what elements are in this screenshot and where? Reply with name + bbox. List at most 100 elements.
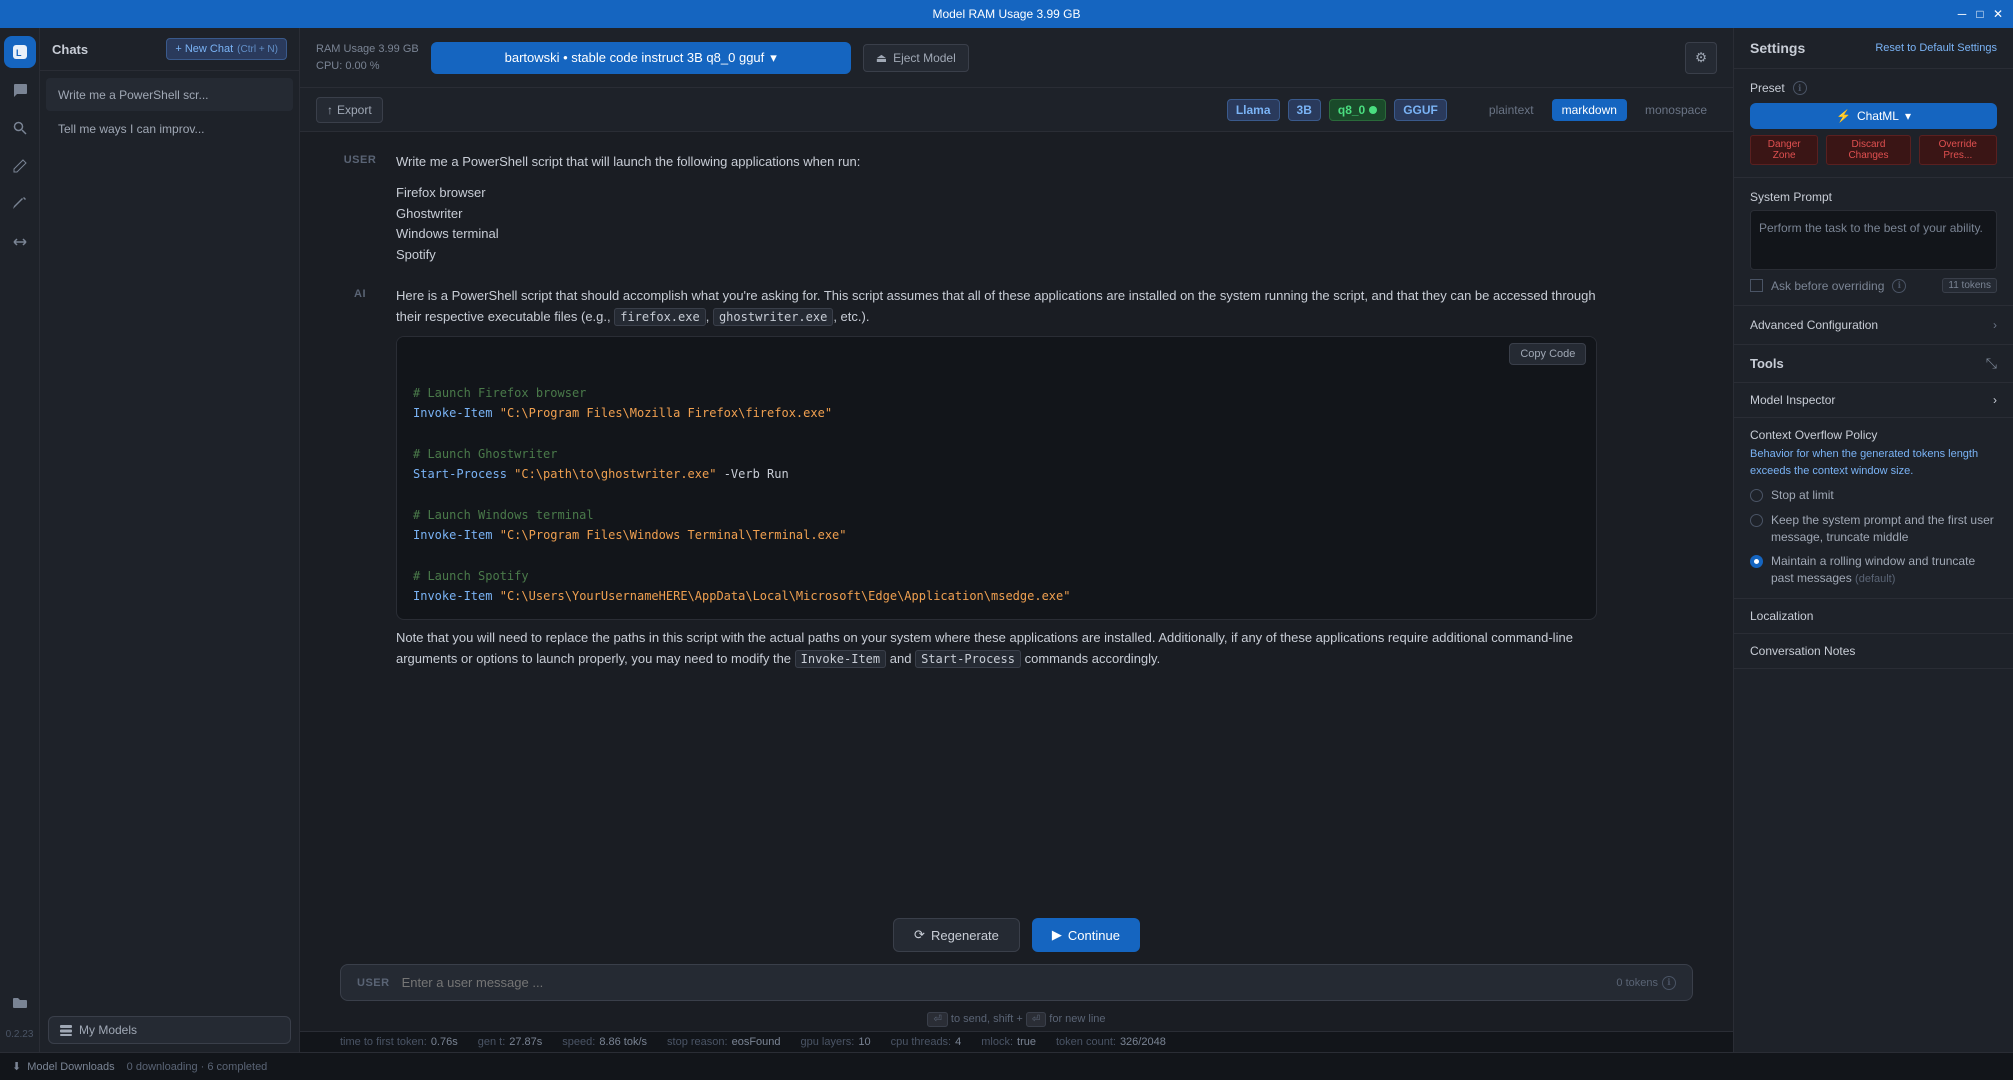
msg-edit-icon[interactable]: ✏ — [1634, 152, 1651, 266]
format-plaintext-button[interactable]: plaintext — [1479, 99, 1544, 121]
nav-edit-icon[interactable] — [4, 150, 36, 182]
msg-copy-icon[interactable]: ⊡ — [1613, 152, 1630, 266]
model-selector-button[interactable]: bartowski • stable code instruct 3B q8_0… — [431, 42, 851, 74]
new-chat-button[interactable]: + New Chat (Ctrl + N) — [166, 38, 287, 60]
input-row: USER 0 tokens ℹ — [340, 964, 1693, 1001]
continue-icon: ▶ — [1052, 927, 1062, 943]
inline-code-ghostwriter: ghostwriter.exe — [713, 308, 833, 326]
stat-cpu: cpu threads: 4 — [891, 1036, 962, 1048]
conversation-notes-title[interactable]: Conversation Notes — [1750, 644, 1997, 658]
ask-info-icon[interactable]: ℹ — [1892, 279, 1906, 293]
chat-item-text: Write me a PowerShell scr... — [58, 88, 237, 102]
chat-reload-icon[interactable]: ↺ — [237, 120, 250, 137]
settings-button[interactable]: ⚙ — [1685, 42, 1717, 74]
bottom-status: 0 downloading · 6 completed — [127, 1061, 268, 1073]
nav-folder-icon[interactable] — [4, 987, 36, 1019]
advanced-chevron-icon: › — [1993, 318, 1997, 332]
token-badge: 11 tokens — [1942, 278, 1997, 293]
ai-message-row: AI Here is a PowerShell script that shou… — [340, 286, 1693, 669]
system-prompt-section: System Prompt Perform the task to the be… — [1734, 178, 2013, 306]
export-button[interactable]: ↑ Export — [316, 97, 383, 123]
localization-title[interactable]: Localization — [1750, 609, 1997, 623]
download-icon: ⬇ — [12, 1060, 21, 1073]
my-models-button[interactable]: My Models — [48, 1016, 291, 1044]
localization-section: Localization — [1734, 599, 2013, 634]
chat-edit-icon[interactable]: ✏ — [253, 86, 266, 103]
model-inspector-title[interactable]: Model Inspector › — [1750, 393, 1997, 407]
format-markdown-button[interactable]: markdown — [1552, 99, 1627, 121]
nav-arrows-icon[interactable] — [4, 226, 36, 258]
radio-keep-system: Keep the system prompt and the first use… — [1750, 512, 1997, 546]
stat-mlock: mlock: true — [981, 1036, 1036, 1048]
chat-item[interactable]: Tell me ways I can improv... ↺ ✏ ✕ — [46, 112, 293, 145]
nav-search-icon[interactable] — [4, 112, 36, 144]
danger-zone-row: Danger Zone Discard Changes Override Pre… — [1750, 135, 1997, 165]
inline-code-firefox: firefox.exe — [614, 308, 705, 326]
user-role-label: USER — [340, 152, 380, 266]
chat-delete-icon[interactable]: ✕ — [268, 86, 281, 103]
input-role-label: USER — [357, 977, 390, 989]
quant-dot — [1369, 106, 1377, 114]
ai-copy-icon[interactable]: ⊡ — [1613, 286, 1630, 669]
continue-button[interactable]: ▶ Continue — [1032, 918, 1140, 952]
chat-delete-icon[interactable]: ✕ — [268, 120, 281, 137]
icon-sidebar: L — [0, 28, 40, 1052]
token-info-icon[interactable]: ℹ — [1662, 976, 1676, 990]
chat-edit-icon[interactable]: ✏ — [253, 120, 266, 137]
format-monospace-button[interactable]: monospace — [1635, 99, 1717, 121]
code-block: # Launch Firefox browser Invoke-Item "C:… — [397, 371, 1596, 619]
close-button[interactable]: ✕ — [1991, 7, 2005, 21]
radio-stop-at-limit[interactable] — [1750, 489, 1763, 502]
minimize-button[interactable]: ─ — [1955, 7, 1969, 21]
nav-chat-icon[interactable] — [4, 74, 36, 106]
chat-area: RAM Usage 3.99 GB CPU: 0.00 % bartowski … — [300, 28, 1733, 1052]
chat-reload-icon[interactable]: ↺ — [237, 86, 250, 103]
regenerate-button[interactable]: ⟳ Regenerate — [893, 918, 1020, 952]
ai-edit-icon[interactable]: ✏ — [1634, 286, 1651, 669]
msg-add-icon[interactable]: ⊕ — [1655, 152, 1672, 266]
eject-icon: ⏏ — [876, 51, 887, 65]
export-icon: ↑ — [327, 103, 333, 117]
radio-group: Stop at limit Keep the system prompt and… — [1750, 479, 1997, 588]
tag-3b[interactable]: 3B — [1288, 99, 1321, 121]
tag-gguf[interactable]: GGUF — [1394, 99, 1447, 121]
ai-delete-icon[interactable]: ✕ — [1676, 286, 1693, 669]
settings-gear-icon: ⚙ — [1695, 50, 1707, 66]
stat-gpu: gpu layers: 10 — [801, 1036, 871, 1048]
copy-code-button[interactable]: Copy Code — [1509, 343, 1586, 365]
preset-row: Preset ℹ — [1750, 81, 1997, 95]
nav-brush-icon[interactable] — [4, 188, 36, 220]
input-area: USER 0 tokens ℹ — [300, 964, 1733, 1009]
advanced-config-row[interactable]: Advanced Configuration › — [1750, 318, 1997, 332]
radio-keep-system-prompt[interactable] — [1750, 514, 1763, 527]
reset-defaults-button[interactable]: Reset to Default Settings — [1875, 42, 1997, 54]
context-overflow-title: Context Overflow Policy — [1750, 428, 1997, 442]
chat-item[interactable]: Write me a PowerShell scr... ↺ ✏ ✕ — [46, 78, 293, 111]
stat-speed: speed: 8.86 tok/s — [562, 1036, 647, 1048]
preset-info-icon[interactable]: ℹ — [1793, 81, 1807, 95]
chatml-icon: ⚡ — [1836, 109, 1851, 123]
maximize-button[interactable]: □ — [1973, 7, 1987, 21]
override-preset-button[interactable]: Override Pres... — [1919, 135, 1997, 165]
eject-model-button[interactable]: ⏏ Eject Model — [863, 44, 969, 72]
brand-icon[interactable]: L — [4, 36, 36, 68]
token-count: 0 tokens ℹ — [1616, 976, 1676, 990]
ask-override-checkbox[interactable] — [1750, 279, 1763, 292]
tools-expand-icon[interactable]: ⤡ — [1986, 355, 1997, 372]
preset-selector-button[interactable]: ⚡ ChatML ▾ — [1750, 103, 1997, 129]
discard-changes-button[interactable]: Discard Changes — [1826, 135, 1910, 165]
ai-role-label: AI — [340, 286, 380, 669]
radio-rolling-window-option[interactable] — [1750, 555, 1763, 568]
tools-header: Tools ⤡ — [1734, 345, 2013, 383]
danger-zone-button[interactable]: Danger Zone — [1750, 135, 1818, 165]
stat-stop: stop reason: eosFound — [667, 1036, 780, 1048]
message-input[interactable] — [402, 975, 1605, 990]
msg-delete-icon[interactable]: ✕ — [1676, 152, 1693, 266]
tag-q8[interactable]: q8_0 — [1329, 99, 1386, 121]
model-downloads-label[interactable]: ⬇ Model Downloads — [12, 1060, 115, 1073]
messages-container: USER Write me a PowerShell script that w… — [300, 132, 1733, 906]
chat-sidebar-header: Chats + New Chat (Ctrl + N) — [40, 28, 299, 71]
system-prompt-text[interactable]: Perform the task to the best of your abi… — [1750, 210, 1997, 270]
tag-llama[interactable]: Llama — [1227, 99, 1280, 121]
ai-add-icon[interactable]: ⊕ — [1655, 286, 1672, 669]
